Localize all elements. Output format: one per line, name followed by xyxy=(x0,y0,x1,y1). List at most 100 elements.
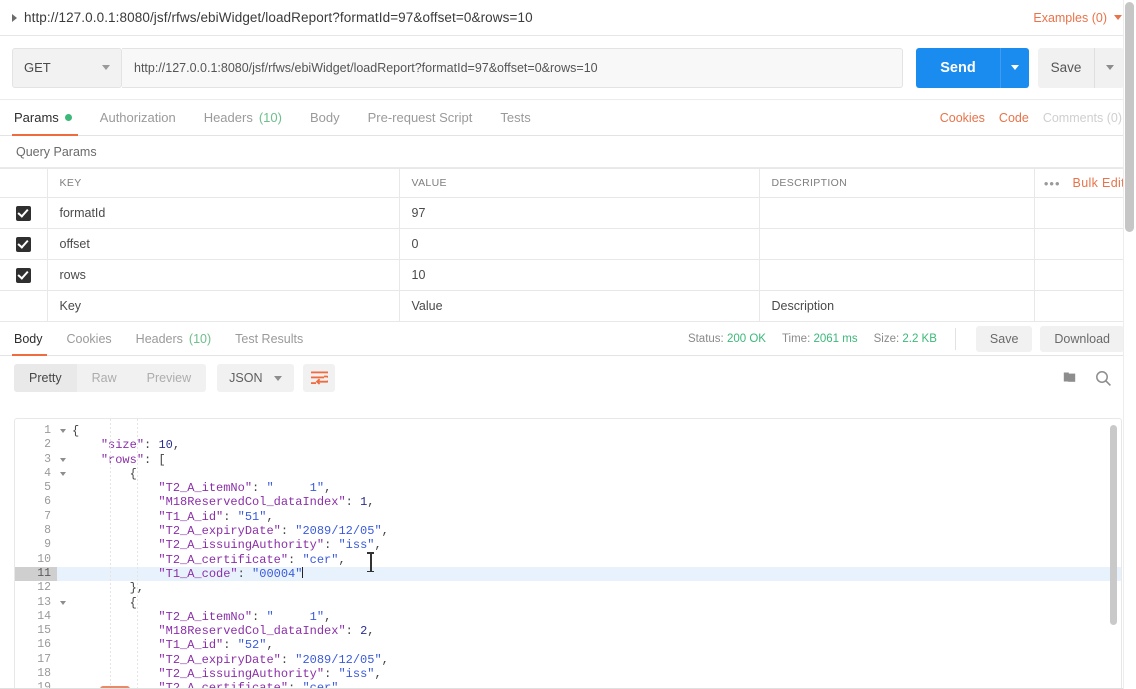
response-tab-test-results[interactable]: Test Results xyxy=(223,322,315,355)
row-value[interactable]: 0 xyxy=(399,228,760,260)
send-options-button[interactable] xyxy=(1000,47,1029,88)
fold-arrow-icon[interactable] xyxy=(57,457,68,462)
tab-tests[interactable]: Tests xyxy=(486,100,544,135)
cookies-link[interactable]: Cookies xyxy=(940,111,985,125)
code-line[interactable]: 4 { xyxy=(15,467,1121,481)
response-tab-cookies[interactable]: Cookies xyxy=(55,322,124,355)
tab-pre-request-script[interactable]: Pre-request Script xyxy=(354,100,487,135)
row-description[interactable] xyxy=(759,228,1035,260)
page-scrollbar[interactable] xyxy=(1123,0,1136,689)
page-scrollbar-thumb[interactable] xyxy=(1125,2,1134,232)
code-line[interactable]: 6 "M18ReservedCol_dataIndex": 1, xyxy=(15,495,1121,509)
format-select[interactable]: JSON xyxy=(217,364,295,392)
tab-body[interactable]: Body xyxy=(296,100,354,135)
code-line[interactable]: 11 "T1_A_code": "00004" xyxy=(15,566,1121,582)
postman-window: http://127.0.0.1:8080/jsf/rfws/ebiWidget… xyxy=(0,0,1136,689)
fold-arrow-icon[interactable] xyxy=(57,472,68,477)
row-key[interactable]: offset xyxy=(47,228,400,260)
response-tab-headers-label: Headers xyxy=(135,331,183,346)
code-line[interactable]: 1{ xyxy=(15,424,1121,438)
response-tab-headers[interactable]: Headers (10) xyxy=(124,322,223,355)
code-line[interactable]: 13 { xyxy=(15,596,1121,610)
fold-arrow-icon[interactable] xyxy=(57,429,68,434)
code-text: "M18ReservedCol_dataIndex": 2, xyxy=(158,624,375,639)
response-tab-headers-count: (10) xyxy=(188,331,212,346)
table-row: rows 10 xyxy=(0,259,1136,291)
query-params-title: Query Params xyxy=(0,136,1136,168)
code-line[interactable]: 9 "T2_A_issuingAuthority": "iss", xyxy=(15,538,1121,552)
line-number: 3 xyxy=(44,452,51,466)
checkbox-checked-icon[interactable] xyxy=(15,236,31,252)
view-mode-group: Pretty Raw Preview xyxy=(14,364,207,392)
row-checkbox-cell[interactable] xyxy=(0,259,48,291)
response-body-code[interactable]: 1{2 "size": 10, 3 "rows": [4 {5 "T2_A_ite… xyxy=(14,418,1122,689)
tab-authorization[interactable]: Authorization xyxy=(86,100,190,135)
url-input[interactable]: http://127.0.0.1:8080/jsf/rfws/ebiWidget… xyxy=(122,47,903,88)
code-line[interactable]: 10 "T2_A_certificate": "cer", xyxy=(15,553,1121,567)
response-tab-body[interactable]: Body xyxy=(12,322,55,356)
ellipsis-icon[interactable]: ••• xyxy=(1044,176,1061,191)
download-response-button[interactable]: Download xyxy=(1040,325,1124,352)
code-line[interactable]: 3 "rows": [ xyxy=(15,453,1121,467)
word-wrap-toggle[interactable] xyxy=(303,364,336,392)
code-line[interactable]: 2 "size": 10, xyxy=(15,438,1121,452)
method-select[interactable]: GET xyxy=(12,47,122,88)
tab-params-label: Params xyxy=(14,110,59,125)
row-value[interactable]: 10 xyxy=(399,259,760,291)
table-row: formatId 97 xyxy=(0,197,1136,229)
row-value[interactable]: 97 xyxy=(399,197,760,229)
code-text: "T2_A_issuingAuthority": "iss", xyxy=(158,667,382,682)
row-key[interactable]: formatId xyxy=(47,197,400,229)
search-icon[interactable] xyxy=(1095,370,1112,387)
chevron-down-icon[interactable] xyxy=(1114,15,1122,20)
code-lines[interactable]: 1{2 "size": 10, 3 "rows": [4 {5 "T2_A_ite… xyxy=(15,419,1121,689)
line-number: 5 xyxy=(44,481,51,495)
query-params-table: KEY VALUE DESCRIPTION ••• Bulk Edit form… xyxy=(0,168,1136,322)
table-new-row: Key Value Description xyxy=(0,290,1136,322)
code-line[interactable]: 7 "T1_A_id": "51", xyxy=(15,510,1121,524)
row-description[interactable] xyxy=(759,197,1035,229)
format-label: JSON xyxy=(229,371,263,385)
view-pretty[interactable]: Pretty xyxy=(14,364,77,392)
code-line[interactable]: 15 "M18ReservedCol_dataIndex": 2, xyxy=(15,624,1121,638)
view-raw[interactable]: Raw xyxy=(77,364,132,392)
row-checkbox-cell[interactable] xyxy=(0,197,48,229)
copy-icon[interactable] xyxy=(1063,370,1079,386)
request-tabs: Params Authorization Headers (10) Body P… xyxy=(0,100,1136,136)
line-number: 9 xyxy=(44,538,51,552)
bulk-edit-button[interactable]: Bulk Edit xyxy=(1073,176,1125,190)
chevron-down-icon xyxy=(1105,65,1114,70)
row-description[interactable] xyxy=(759,259,1035,291)
triangle-right-icon[interactable] xyxy=(12,13,17,22)
fold-arrow-icon[interactable] xyxy=(57,600,68,605)
new-description-input[interactable]: Description xyxy=(759,290,1035,322)
code-line[interactable]: 14 "T2_A_itemNo": " 1", xyxy=(15,610,1121,624)
code-line[interactable]: 12 }, xyxy=(15,581,1121,595)
code-line[interactable]: 16 "T1_A_id": "52", xyxy=(15,638,1121,652)
code-line[interactable]: 5 "T2_A_itemNo": " 1", xyxy=(15,481,1121,495)
save-request-button[interactable]: Save xyxy=(1038,47,1094,88)
tab-params[interactable]: Params xyxy=(12,100,86,136)
save-options-button[interactable] xyxy=(1094,47,1124,88)
code-line[interactable]: 17 "T2_A_expiryDate": "2089/12/05", xyxy=(15,653,1121,667)
checkbox-checked-icon[interactable] xyxy=(15,267,31,283)
line-number: 4 xyxy=(44,466,51,480)
code-scrollbar[interactable] xyxy=(1110,425,1117,625)
examples-link[interactable]: Examples (0) xyxy=(1033,11,1107,25)
save-response-button[interactable]: Save xyxy=(975,325,1033,352)
code-line[interactable]: 18 "T2_A_issuingAuthority": "iss", xyxy=(15,667,1121,681)
tab-headers-count: (10) xyxy=(258,110,282,125)
view-preview[interactable]: Preview xyxy=(132,364,206,392)
row-checkbox-cell[interactable] xyxy=(0,228,48,260)
breadcrumb-bar: http://127.0.0.1:8080/jsf/rfws/ebiWidget… xyxy=(0,0,1136,36)
new-row-actions xyxy=(1034,290,1136,322)
new-key-input[interactable]: Key xyxy=(47,290,400,322)
code-line[interactable]: 8 "T2_A_expiryDate": "2089/12/05", xyxy=(15,524,1121,538)
comments-link[interactable]: Comments (0) xyxy=(1043,111,1122,125)
new-value-input[interactable]: Value xyxy=(399,290,760,322)
row-key[interactable]: rows xyxy=(47,259,400,291)
tab-headers[interactable]: Headers (10) xyxy=(190,100,296,135)
code-link[interactable]: Code xyxy=(999,111,1029,125)
checkbox-checked-icon[interactable] xyxy=(15,205,31,221)
send-button[interactable]: Send xyxy=(916,47,1000,88)
